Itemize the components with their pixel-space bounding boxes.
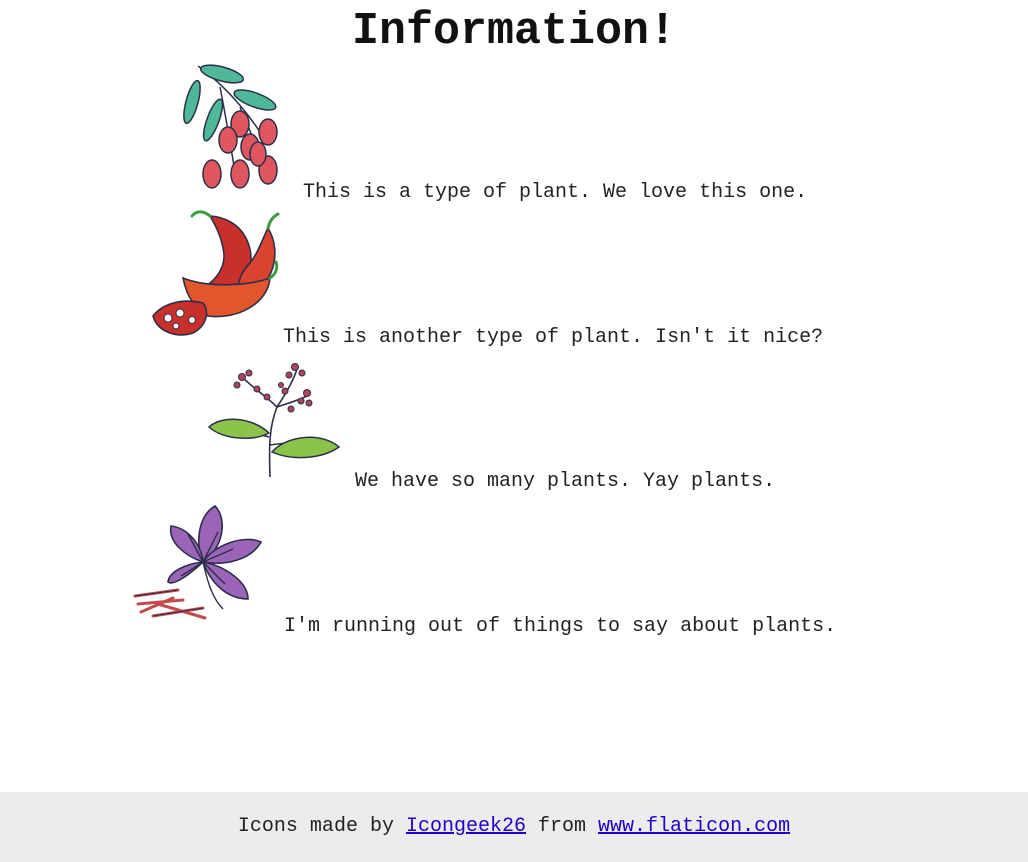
- attribution-prefix: Icons made by: [237, 815, 394, 838]
- plant-caption: This is a type of plant. We love this on…: [303, 181, 808, 204]
- page: Information! This is a type of plant. We…: [0, 0, 1028, 862]
- chili-pepper-icon: [152, 210, 280, 336]
- plant-item: We have so many plants. Yay plants.: [0, 355, 1028, 495]
- plant-item: This is a type of plant. We love this on…: [0, 62, 1028, 204]
- flowering-sprig-icon: [207, 363, 341, 478]
- page-title: Information!: [351, 6, 677, 57]
- attribution-footer: Icons made by Icongeek26 from www.flatic…: [0, 792, 1028, 862]
- author-link[interactable]: Icongeek26: [406, 815, 526, 838]
- plant-caption: This is another type of plant. Isn't it …: [283, 326, 824, 349]
- plant-item: This is another type of plant. Isn't it …: [0, 206, 1028, 349]
- plant-caption: I'm running out of things to say about p…: [284, 615, 837, 638]
- saffron-crocus-icon: [133, 504, 263, 620]
- flaticon-link[interactable]: www.flaticon.com: [598, 815, 790, 838]
- plant-item: I'm running out of things to say about p…: [0, 500, 1028, 640]
- goji-berry-icon: [183, 64, 278, 189]
- attribution-middle: from: [538, 815, 587, 838]
- plant-caption: We have so many plants. Yay plants.: [355, 470, 776, 493]
